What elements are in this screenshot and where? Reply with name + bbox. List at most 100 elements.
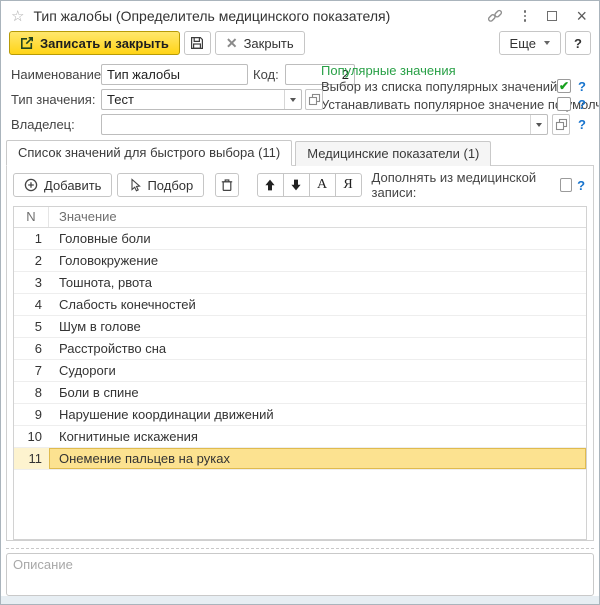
help-button-label: ? [574, 35, 582, 51]
save-and-close-icon [20, 36, 34, 50]
cursor-pointer-icon [128, 178, 142, 192]
sort-descending-button[interactable]: Я [334, 173, 362, 197]
table-header: N Значение [14, 207, 586, 228]
open-in-window-icon [308, 93, 320, 106]
table-row-selected[interactable]: 11 Онемение пальцев на руках [14, 448, 586, 470]
row-value: Расстройство сна [59, 341, 167, 356]
name-input[interactable] [101, 64, 248, 85]
save-and-close-button[interactable]: Записать и закрыть [9, 31, 180, 55]
chevron-down-icon [544, 41, 550, 45]
row-number: 5 [34, 319, 42, 334]
row-number: 9 [34, 407, 42, 422]
sort-ascending-label: А [316, 177, 328, 192]
favorite-star-icon[interactable]: ☆ [11, 7, 24, 25]
splitter-handle[interactable] [6, 548, 594, 549]
row-number: 1 [34, 231, 42, 246]
popular-select-checkbox[interactable] [557, 79, 571, 93]
titlebar: ☆ Тип жалобы (Определитель медицинского … [1, 1, 599, 31]
row-number: 10 [27, 429, 42, 444]
tab-quick-choice-values[interactable]: Список значений для быстрого выбора (11) [6, 140, 293, 166]
row-value: Головные боли [59, 231, 151, 246]
popular-select-help-icon[interactable]: ? [578, 79, 586, 94]
move-down-button[interactable] [282, 173, 310, 197]
more-button[interactable]: Еще [498, 31, 561, 55]
window-title: Тип жалобы (Определитель медицинского по… [33, 8, 391, 24]
row-value: Боли в спине [59, 385, 139, 400]
table-row[interactable]: 3 Тошнота, рвота [14, 272, 586, 294]
row-number: 4 [34, 297, 42, 312]
window-bottom-edge [1, 596, 599, 604]
sort-descending-label: Я [343, 177, 353, 192]
help-button[interactable]: ? [565, 31, 591, 55]
tab-medical-indicators[interactable]: Медицинские показатели (1) [295, 141, 492, 166]
save-and-close-label: Записать и закрыть [40, 35, 169, 51]
values-panel: Добавить Подбор А Я Дополнять из медицин… [6, 165, 594, 541]
close-form-label: Закрыть [243, 35, 294, 51]
row-number: 11 [14, 448, 49, 469]
row-value: Нарушение координации движений [59, 407, 274, 422]
row-number: 7 [34, 363, 42, 378]
arrow-down-icon [291, 179, 301, 191]
row-value: Когнитиные искажения [59, 429, 198, 444]
owner-open-button[interactable] [552, 114, 570, 135]
owner-combo [101, 114, 548, 135]
open-in-window-icon [555, 118, 567, 131]
tab-bar: Список значений для быстрого выбора (11)… [1, 140, 599, 166]
close-icon[interactable]: × [576, 7, 587, 25]
popular-default-help-icon[interactable]: ? [578, 97, 586, 112]
table-row[interactable]: 5 Шум в голове [14, 316, 586, 338]
value-type-combo [101, 89, 302, 110]
pick-button[interactable]: Подбор [117, 173, 205, 197]
table-row[interactable]: 4 Слабость конечностей [14, 294, 586, 316]
owner-help-icon[interactable]: ? [578, 117, 586, 132]
table-row[interactable]: 1 Головные боли [14, 228, 586, 250]
row-value: Шум в голове [59, 319, 141, 334]
column-header-n[interactable]: N [14, 207, 49, 227]
main-toolbar: Записать и закрыть ✕ Закрыть Еще ? [1, 31, 599, 59]
value-type-open-button[interactable] [305, 89, 323, 110]
table-row[interactable]: 7 Судороги [14, 360, 586, 382]
column-header-value[interactable]: Значение [49, 207, 586, 227]
name-label: Наименование: [11, 67, 105, 82]
add-button[interactable]: Добавить [13, 173, 113, 197]
link-icon[interactable] [487, 8, 503, 24]
table-row[interactable]: 10 Когнитиные искажения [14, 426, 586, 448]
popular-select-label: Выбор из списка популярных значений: [321, 79, 561, 94]
owner-label: Владелец: [11, 117, 75, 132]
add-plus-icon [24, 178, 38, 192]
value-type-label: Тип значения: [11, 92, 96, 107]
owner-input[interactable] [102, 115, 530, 134]
value-type-input[interactable] [102, 90, 284, 109]
popular-default-checkbox[interactable] [557, 97, 571, 111]
sort-move-group: А Я [256, 173, 362, 197]
maximize-icon[interactable] [547, 11, 558, 21]
form-fields: Наименование: Код: Популярные значения В… [1, 59, 599, 141]
description-textarea[interactable] [6, 553, 594, 596]
close-form-button[interactable]: ✕ Закрыть [214, 31, 305, 55]
row-value: Тошнота, рвота [59, 275, 152, 290]
window-menu-icon[interactable] [522, 8, 529, 24]
table-row[interactable]: 2 Головокружение [14, 250, 586, 272]
row-number: 2 [34, 253, 42, 268]
trash-icon [220, 178, 234, 192]
save-button[interactable] [183, 31, 211, 55]
supplement-help-icon[interactable]: ? [577, 178, 585, 193]
close-x-icon: ✕ [225, 34, 238, 51]
supplement-checkbox[interactable] [559, 178, 573, 192]
add-label: Добавить [44, 177, 102, 193]
sort-ascending-button[interactable]: А [308, 173, 336, 197]
table-row[interactable]: 8 Боли в спине [14, 382, 586, 404]
titlebar-icons: × [487, 7, 587, 25]
table-row[interactable]: 6 Расстройство сна [14, 338, 586, 360]
code-label: Код: [253, 67, 279, 82]
row-value: Онемение пальцев на руках [49, 448, 586, 469]
move-up-button[interactable] [256, 173, 284, 197]
row-number: 3 [34, 275, 42, 290]
table-row[interactable]: 9 Нарушение координации движений [14, 404, 586, 426]
delete-button[interactable] [215, 173, 239, 197]
popular-values-header: Популярные значения [321, 63, 456, 78]
row-value: Слабость конечностей [59, 297, 196, 312]
value-type-dropdown-icon[interactable] [284, 90, 301, 109]
owner-dropdown-icon[interactable] [530, 115, 547, 134]
row-value: Головокружение [59, 253, 159, 268]
